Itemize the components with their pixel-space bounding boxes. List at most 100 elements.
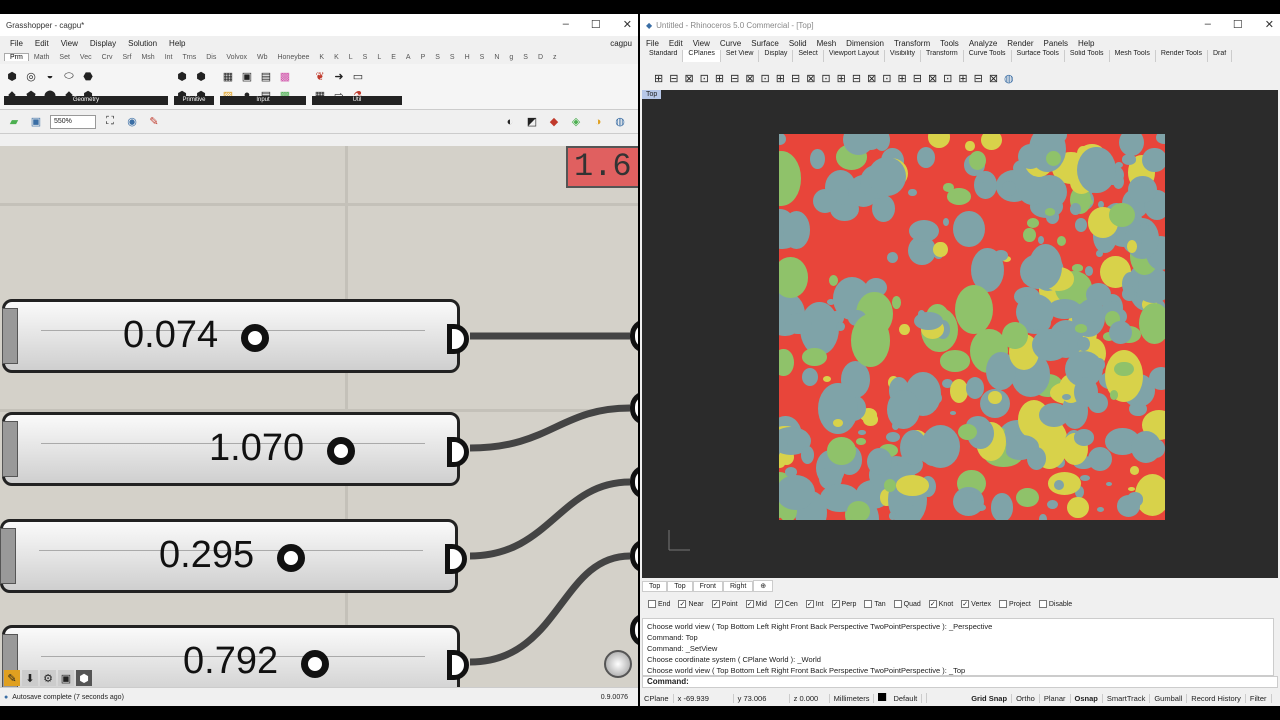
slider-knob[interactable] (277, 544, 305, 572)
gh-tab[interactable]: Srf (118, 54, 137, 61)
cplane-icon[interactable]: ⊟ (730, 72, 739, 85)
view-tab[interactable]: Right (722, 580, 754, 592)
gh-tab[interactable]: Dis (201, 54, 221, 61)
ortho-toggle[interactable]: Ortho (1012, 693, 1040, 703)
rh-menu-item[interactable]: Mesh (817, 39, 837, 48)
integer-param-icon[interactable]: ⬢ (193, 68, 209, 84)
cplane-icon[interactable]: ⊠ (806, 72, 815, 85)
osnap-checkbox[interactable]: ✓ (928, 600, 937, 608)
cplane-icon[interactable]: ⊡ (700, 72, 709, 85)
circle-param-icon[interactable]: ◎ (23, 68, 39, 84)
rh-toolbar-tab[interactable]: Curve Tools (964, 50, 1012, 62)
gh-doc-name[interactable]: cagpu (610, 39, 632, 48)
rh-menu-item[interactable]: Render (1007, 39, 1033, 48)
osnap-checkbox[interactable] (1038, 600, 1047, 608)
data-param-icon[interactable]: ⬢ (174, 68, 190, 84)
grid-snap-toggle[interactable]: Grid Snap (967, 693, 1013, 703)
gh-tab[interactable]: K (329, 54, 344, 61)
osnap-option[interactable]: ✓ Perp (831, 600, 856, 608)
gh-menu-display[interactable]: Display (90, 39, 116, 48)
osnap-checkbox[interactable]: ✓ (774, 600, 783, 608)
cplane-icon[interactable]: ⊡ (943, 72, 952, 85)
gh-tab[interactable]: S (358, 54, 373, 61)
gh-tab[interactable]: Trns (177, 54, 201, 61)
gh-canvas[interactable]: 1.6 0.074 1.070 0.295 0.792 (0, 146, 638, 687)
rh-menu-item[interactable]: Panels (1044, 39, 1068, 48)
osnap-option[interactable]: ✓ Near (678, 600, 704, 608)
cherry-icon[interactable]: ❦ (312, 68, 328, 84)
osnap-checkbox[interactable]: ✓ (678, 600, 687, 608)
osnap-checkbox[interactable]: ✓ (961, 600, 970, 608)
osnap-checkbox[interactable]: ✓ (711, 600, 720, 608)
osnap-checkbox[interactable]: ✓ (745, 600, 754, 608)
cplane-icon[interactable]: ⊠ (989, 72, 998, 85)
command-prompt[interactable]: Command: (642, 676, 1278, 688)
cplane-icon[interactable]: ⊠ (745, 72, 754, 85)
cplane-icon[interactable]: ⊡ (761, 72, 770, 85)
slider-icon[interactable]: ▦ (220, 68, 236, 84)
cellular-automaton-surface[interactable] (779, 134, 1165, 520)
cplane-icon[interactable]: ⊞ (654, 72, 663, 85)
point-param-icon[interactable]: ⬢ (4, 68, 20, 84)
preview-eye-icon[interactable]: ◉ (124, 114, 140, 130)
cplane-icon[interactable]: ⊞ (776, 72, 785, 85)
slider-knob[interactable] (241, 324, 269, 352)
gh-tab[interactable]: N (489, 54, 504, 61)
gh-tab[interactable]: z (548, 54, 562, 61)
gh-tab[interactable]: E (386, 54, 401, 61)
view-tab[interactable]: Top (642, 580, 668, 592)
gh-tab[interactable]: Wb (252, 54, 273, 61)
minimize-icon[interactable]: – (1205, 18, 1211, 31)
top-viewport[interactable]: Top (642, 90, 1278, 578)
osnap-option[interactable]: ✓ Vertex (961, 600, 991, 608)
cplane-icon[interactable]: ⊟ (852, 72, 861, 85)
rh-menu-item[interactable]: Edit (669, 39, 683, 48)
osnap-checkbox[interactable]: ✓ (831, 600, 840, 608)
gh-tab[interactable]: L (372, 54, 386, 61)
toggle-icon[interactable]: ▣ (239, 68, 255, 84)
preview-selected-icon[interactable]: ◆ (546, 114, 562, 130)
rh-toolbar-tab[interactable]: Render Tools (1156, 50, 1208, 62)
rh-menu-item[interactable]: Help (1078, 39, 1094, 48)
box-param-icon[interactable]: ⬭ (61, 68, 77, 84)
rh-toolbar-tab[interactable]: Select (793, 50, 824, 62)
osnap-option[interactable]: Quad (893, 600, 921, 608)
gh-tab[interactable]: g (504, 54, 518, 61)
rh-menu-item[interactable]: File (646, 39, 659, 48)
number-slider[interactable]: 0.074 (2, 299, 469, 373)
osnap-option[interactable]: ✓ Point (711, 600, 738, 608)
rh-menu-item[interactable]: View (693, 39, 710, 48)
globe-icon[interactable]: ◍ (1004, 72, 1014, 85)
osnap-checkbox[interactable] (893, 600, 902, 608)
osnap-option[interactable]: ✓ Int (805, 600, 824, 608)
preview-shaded-icon[interactable]: ◩ (524, 114, 540, 130)
zoom-select[interactable]: 550% (50, 114, 96, 129)
cplane-icon[interactable]: ⊡ (821, 72, 830, 85)
swatch-icon[interactable]: ▩ (277, 68, 293, 84)
osnap-toggle[interactable]: Osnap (1071, 693, 1103, 703)
slider-knob[interactable] (301, 650, 329, 678)
units-label[interactable]: Millimeters (830, 693, 875, 703)
rh-menu-item[interactable]: Dimension (846, 39, 884, 48)
gh-menu-solution[interactable]: Solution (128, 39, 157, 48)
gh-tab[interactable]: Crv (97, 54, 118, 61)
cplane-icon[interactable]: ⊠ (928, 72, 937, 85)
gh-tab[interactable]: S (445, 54, 460, 61)
osnap-checkbox[interactable] (864, 600, 873, 608)
gh-tab[interactable]: A (401, 54, 416, 61)
cplane-icon[interactable]: ⊟ (913, 72, 922, 85)
gh-tab[interactable]: L (344, 54, 358, 61)
osnap-option[interactable]: Project (999, 600, 1031, 608)
zoom-extents-icon[interactable]: ⛶ (102, 114, 118, 130)
gh-tab[interactable]: S (475, 54, 490, 61)
open-file-icon[interactable]: ▰ (6, 114, 22, 130)
cplane-label[interactable]: CPlane (640, 693, 674, 703)
number-slider[interactable]: 1.070 (2, 412, 469, 486)
gh-tab[interactable]: S (518, 54, 533, 61)
python-icon[interactable]: ⚙ (40, 670, 56, 686)
brep-param-icon[interactable]: ⬣ (80, 68, 96, 84)
cplane-icon[interactable]: ⊞ (837, 72, 846, 85)
view-tab[interactable]: Top (667, 580, 693, 592)
rh-toolbar-tab[interactable]: Transform (921, 50, 964, 62)
minimize-icon[interactable]: – (563, 18, 569, 31)
